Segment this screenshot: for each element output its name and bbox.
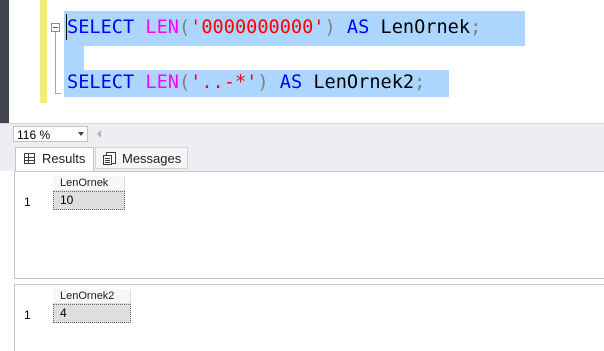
query-editor[interactable]: SELECT LEN('0000000000') AS LenOrnek; SE… [0, 0, 604, 123]
outline-line-end [55, 93, 61, 94]
tab-results[interactable]: Results [15, 147, 94, 171]
semicolon: ; [414, 72, 426, 93]
column-alias: LenOrnek [380, 17, 471, 38]
paren-close: ) [257, 72, 269, 93]
keyword-select: SELECT [67, 72, 135, 93]
paren-open: ( [178, 72, 191, 93]
string-literal: '0000000000' [190, 17, 325, 38]
results-area: LenOrnek 1 10 LenOrnek2 1 4 [14, 171, 604, 351]
editor-left-border [0, 0, 9, 123]
collapse-minus-icon[interactable] [51, 23, 60, 32]
outline-line [55, 32, 56, 94]
keyword-as: AS [279, 72, 303, 93]
change-tracking-bar [40, 0, 47, 103]
grid-icon [24, 153, 35, 164]
zoom-bar: 116 % [0, 123, 604, 144]
scroll-left-icon[interactable] [97, 130, 101, 138]
messages-icon [103, 152, 117, 165]
row-number[interactable]: 1 [24, 308, 31, 322]
column-alias: LenOrnek2 [313, 72, 415, 93]
result-cell[interactable]: 10 [53, 191, 125, 210]
results-tab-strip: Results Messages [0, 144, 604, 171]
code-line-2[interactable]: SELECT LEN('..-*') AS LenOrnek2; [67, 71, 425, 95]
code-line-1[interactable]: SELECT LEN('0000000000') AS LenOrnek; [67, 16, 481, 40]
function-len: LEN [145, 72, 179, 93]
indicator-margin[interactable] [9, 0, 40, 123]
function-len: LEN [145, 17, 179, 38]
tab-messages-label: Messages [122, 151, 182, 166]
result-grid[interactable]: LenOrnek2 1 4 [14, 284, 604, 351]
row-number[interactable]: 1 [24, 195, 31, 209]
zoom-dropdown[interactable]: 116 % [13, 126, 88, 142]
string-literal: '..-*' [190, 72, 258, 93]
keyword-as: AS [346, 17, 370, 38]
chevron-down-icon[interactable] [78, 132, 84, 136]
zoom-value: 116 % [17, 128, 51, 142]
column-header[interactable]: LenOrnek [53, 176, 125, 191]
semicolon: ; [470, 17, 482, 38]
result-cell[interactable]: 4 [53, 304, 131, 323]
keyword-select: SELECT [67, 17, 135, 38]
paren-open: ( [178, 17, 191, 38]
tab-messages[interactable]: Messages [95, 147, 188, 169]
result-grid[interactable]: LenOrnek 1 10 [14, 171, 604, 279]
column-header[interactable]: LenOrnek2 [53, 289, 131, 304]
selection-highlight [64, 46, 84, 70]
paren-close: ) [324, 17, 336, 38]
tab-results-label: Results [42, 151, 86, 166]
